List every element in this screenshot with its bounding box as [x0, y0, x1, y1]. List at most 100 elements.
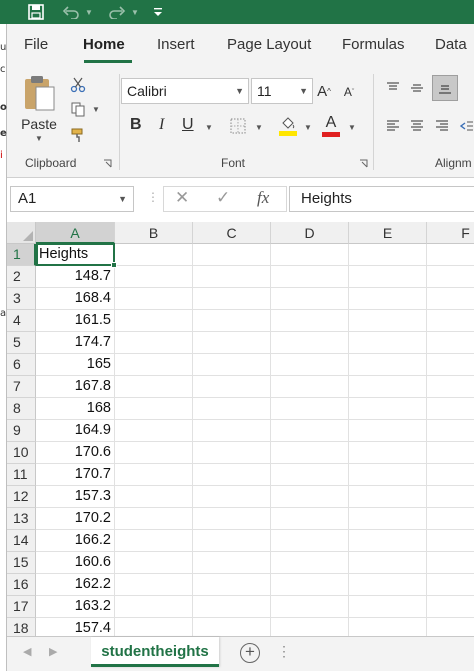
cell-empty[interactable] [115, 596, 193, 618]
cell-empty[interactable] [427, 530, 474, 552]
enter-icon[interactable]: ✓ [216, 188, 230, 208]
sheet-options-icon[interactable]: ⋮ [277, 643, 292, 660]
tab-home[interactable]: Home [83, 36, 125, 53]
row-header[interactable]: 17 [7, 596, 36, 618]
row-header[interactable]: 12 [7, 486, 36, 508]
cell-empty[interactable] [271, 376, 349, 398]
formula-bar-splitter[interactable]: ⋮ [147, 190, 159, 204]
cell-empty[interactable] [271, 530, 349, 552]
tab-insert[interactable]: Insert [157, 36, 195, 53]
cell-empty[interactable] [349, 354, 427, 376]
cell-empty[interactable] [349, 398, 427, 420]
paste-button[interactable]: Paste ▼ [17, 70, 61, 146]
cell-empty[interactable] [271, 310, 349, 332]
bottom-align-icon[interactable] [432, 75, 458, 101]
row-header[interactable]: 7 [7, 376, 36, 398]
cell-empty[interactable] [427, 398, 474, 420]
cell-empty[interactable] [193, 420, 271, 442]
row-header[interactable]: 13 [7, 508, 36, 530]
copy-icon[interactable] [67, 98, 89, 120]
borders-icon[interactable] [228, 116, 248, 136]
cell-empty[interactable] [349, 266, 427, 288]
cell-a[interactable]: 174.7 [36, 332, 115, 354]
tab-page-layout[interactable]: Page Layout [227, 36, 311, 53]
cell-empty[interactable] [193, 552, 271, 574]
formula-input[interactable]: Heights [289, 186, 474, 212]
cell-empty[interactable] [349, 552, 427, 574]
row-header[interactable]: 3 [7, 288, 36, 310]
italic-icon[interactable]: I [159, 116, 164, 134]
column-header-d[interactable]: D [271, 222, 349, 244]
increase-font-size-icon[interactable]: A ^ [315, 80, 333, 102]
scroll-sheets-right-icon[interactable]: ▶ [49, 645, 57, 658]
cell-empty[interactable] [427, 596, 474, 618]
save-icon[interactable] [26, 2, 46, 22]
cell-empty[interactable] [193, 244, 271, 266]
clipboard-launcher-icon[interactable] [101, 157, 113, 169]
cell-a[interactable]: 170.2 [36, 508, 115, 530]
cell-empty[interactable] [349, 288, 427, 310]
cell-empty[interactable] [349, 574, 427, 596]
cell-empty[interactable] [349, 530, 427, 552]
cell-empty[interactable] [349, 486, 427, 508]
cell-empty[interactable] [193, 376, 271, 398]
cell-empty[interactable] [193, 310, 271, 332]
align-left-icon[interactable] [383, 116, 403, 136]
cell-empty[interactable] [193, 530, 271, 552]
cell-empty[interactable] [271, 464, 349, 486]
cell-empty[interactable] [115, 552, 193, 574]
cell-empty[interactable] [193, 596, 271, 618]
cell-empty[interactable] [271, 398, 349, 420]
cell-a[interactable]: Heights [36, 244, 115, 266]
cell-empty[interactable] [349, 420, 427, 442]
cell-empty[interactable] [193, 288, 271, 310]
cell-empty[interactable] [193, 618, 271, 636]
align-right-icon[interactable] [432, 116, 452, 136]
cell-empty[interactable] [115, 332, 193, 354]
fill-color-icon[interactable] [277, 114, 299, 138]
row-header[interactable]: 9 [7, 420, 36, 442]
cell-empty[interactable] [349, 618, 427, 636]
cell-empty[interactable] [115, 442, 193, 464]
cell-a[interactable]: 164.9 [36, 420, 115, 442]
cell-empty[interactable] [271, 420, 349, 442]
decrease-font-size-icon[interactable]: Aˇ [341, 82, 357, 102]
cell-empty[interactable] [193, 508, 271, 530]
cell-empty[interactable] [427, 552, 474, 574]
cell-empty[interactable] [271, 552, 349, 574]
cell-empty[interactable] [193, 266, 271, 288]
undo-icon[interactable] [60, 2, 82, 22]
name-box[interactable]: A1 ▼ [10, 186, 134, 212]
sheet-tab-active[interactable]: studentheights [91, 637, 219, 667]
cell-a[interactable]: 166.2 [36, 530, 115, 552]
row-header[interactable]: 15 [7, 552, 36, 574]
cell-empty[interactable] [427, 310, 474, 332]
row-header[interactable]: 16 [7, 574, 36, 596]
row-header[interactable]: 2 [7, 266, 36, 288]
cell-empty[interactable] [427, 508, 474, 530]
row-header[interactable]: 1 [7, 244, 36, 266]
cell-empty[interactable] [115, 376, 193, 398]
row-header[interactable]: 18 [7, 618, 36, 636]
font-launcher-icon[interactable] [357, 157, 369, 169]
column-header-b[interactable]: B [115, 222, 193, 244]
fill-color-dropdown-icon[interactable]: ▼ [303, 122, 313, 132]
cell-empty[interactable] [349, 442, 427, 464]
cell-empty[interactable] [427, 442, 474, 464]
copy-dropdown-icon[interactable]: ▼ [91, 104, 101, 114]
row-header[interactable]: 5 [7, 332, 36, 354]
cell-empty[interactable] [115, 618, 193, 636]
cell-a[interactable]: 170.6 [36, 442, 115, 464]
cell-empty[interactable] [193, 464, 271, 486]
cell-empty[interactable] [271, 266, 349, 288]
tab-file[interactable]: File [24, 36, 48, 53]
customize-qat-icon[interactable] [152, 2, 164, 22]
row-header[interactable]: 11 [7, 464, 36, 486]
cell-a[interactable]: 165 [36, 354, 115, 376]
font-name-select[interactable]: Calibri ▼ [121, 78, 249, 104]
align-center-icon[interactable] [407, 116, 427, 136]
top-align-icon[interactable] [383, 78, 403, 98]
cell-empty[interactable] [115, 398, 193, 420]
select-all-button[interactable] [7, 222, 36, 244]
font-color-icon[interactable]: A [320, 114, 342, 138]
